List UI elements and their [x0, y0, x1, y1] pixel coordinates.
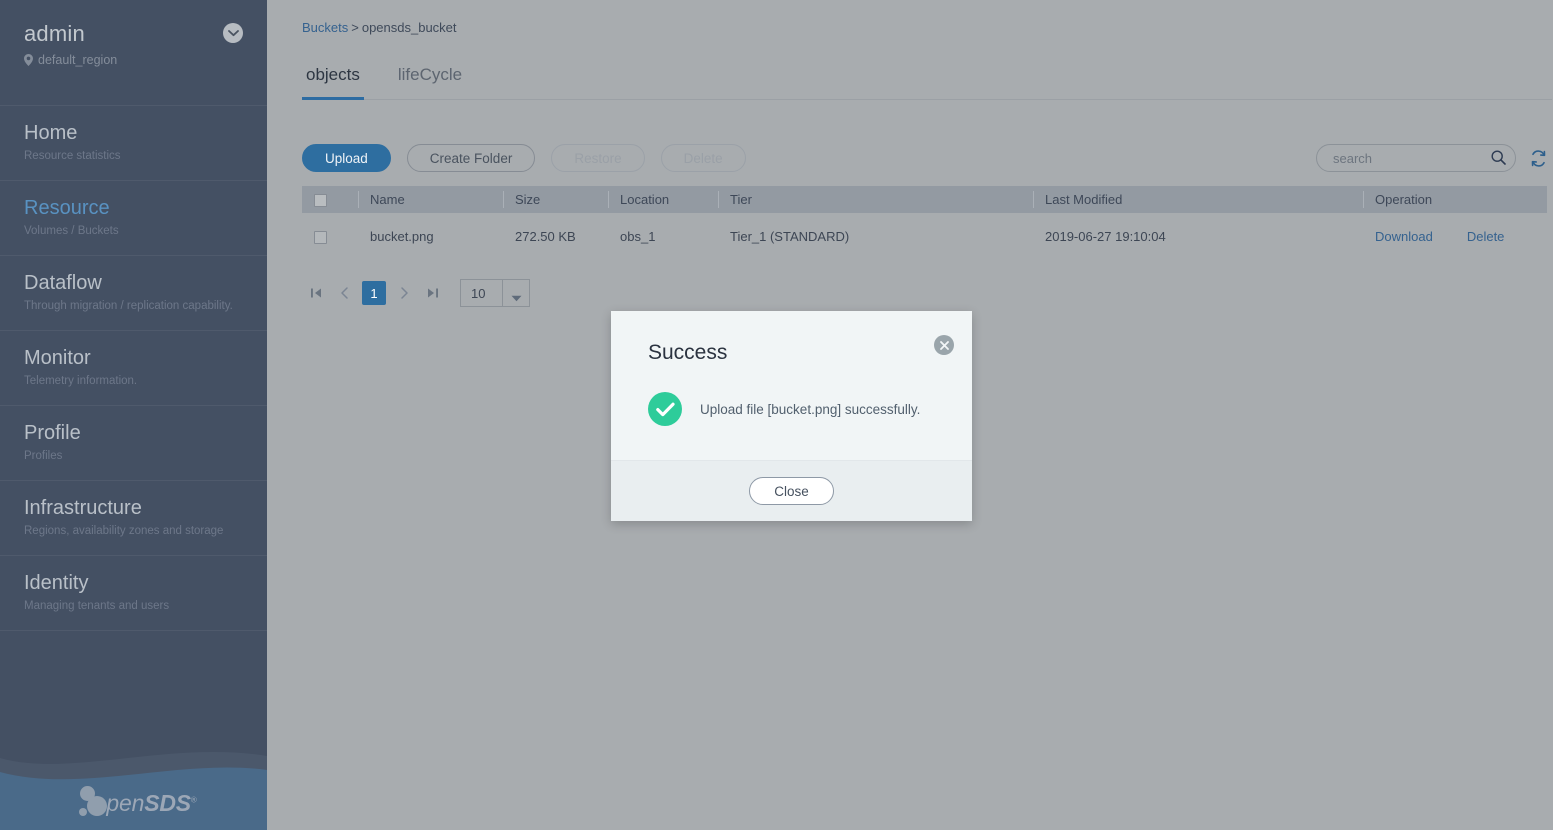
search-icon[interactable]: [1491, 150, 1506, 170]
sidebar-region: default_region: [24, 53, 243, 67]
dialog-message: Upload file [bucket.png] successfully.: [700, 401, 921, 417]
sidebar-item-sub: Through migration / replication capabili…: [24, 300, 233, 312]
row-checkbox[interactable]: [314, 230, 327, 244]
sidebar-item-sub: Managing tenants and users: [24, 600, 170, 612]
create-folder-button[interactable]: Create Folder: [406, 144, 536, 172]
cell-tier: Tier_1 (STANDARD): [730, 228, 850, 244]
sidebar-item-sub: Telemetry information.: [24, 375, 138, 387]
sidebar-item-dataflow[interactable]: Dataflow Through migration / replication…: [0, 255, 267, 330]
logo-registered-mark: ®: [190, 794, 197, 804]
delete-button[interactable]: Delete: [660, 144, 746, 172]
upload-button[interactable]: Upload: [302, 144, 391, 172]
dialog-close-button[interactable]: Close: [749, 477, 834, 505]
cell-location: obs_1: [620, 228, 656, 244]
opensds-logo-icon: [76, 786, 110, 820]
sidebar-item-title: Monitor: [24, 347, 91, 369]
close-x-icon[interactable]: [934, 335, 954, 355]
select-all-checkbox[interactable]: [314, 194, 327, 208]
app-root: admin default_region Home Resource stati…: [0, 0, 1553, 830]
sidebar-item-sub: Resource statistics: [24, 150, 121, 162]
download-link[interactable]: Download: [1375, 229, 1433, 244]
sidebar-item-sub: Volumes / Buckets: [24, 225, 119, 237]
caret-down-icon[interactable]: [511, 290, 522, 305]
column-header-tier[interactable]: Tier: [718, 186, 1033, 213]
breadcrumb-current: opensds_bucket: [361, 20, 457, 35]
column-header-name[interactable]: Name: [358, 186, 503, 213]
tab-bar: objects lifeCycle: [302, 60, 1552, 100]
search-box: [1316, 144, 1516, 172]
toolbar: Upload Create Folder Restore Delete: [302, 144, 1547, 172]
logo-pen-text: pen: [106, 789, 145, 816]
page-number-1[interactable]: 1: [362, 281, 386, 305]
sidebar-item-sub: Regions, availability zones and storage: [24, 525, 224, 537]
column-header-location[interactable]: Location: [608, 186, 718, 213]
page-size-divider: [502, 280, 503, 306]
location-pin-icon: [24, 54, 33, 66]
dialog-footer: Close: [611, 460, 972, 521]
sidebar-item-title: Resource: [24, 197, 110, 219]
next-page-icon[interactable]: [390, 279, 418, 307]
first-page-icon[interactable]: [302, 279, 330, 307]
breadcrumb-separator: >: [351, 20, 359, 35]
sidebar-username: admin: [24, 21, 85, 46]
cell-operation: Download Delete: [1363, 213, 1547, 259]
objects-table: Name Size Location Tier Last Modified Op…: [302, 186, 1547, 259]
opensds-logo-text: penSDS®: [106, 790, 196, 817]
sidebar-user-block: admin default_region: [0, 0, 267, 67]
sidebar-item-title: Identity: [24, 572, 89, 594]
cell-name: bucket.png: [370, 228, 434, 244]
sidebar-item-identity[interactable]: Identity Managing tenants and users: [0, 555, 267, 631]
search-input[interactable]: [1316, 144, 1516, 172]
breadcrumb: Buckets > opensds_bucket: [267, 0, 1553, 35]
sidebar-item-sub: Profiles: [24, 450, 63, 462]
table-head: Name Size Location Tier Last Modified Op…: [302, 186, 1547, 213]
chevron-down-icon[interactable]: [223, 23, 243, 43]
page-size-value: 10: [471, 285, 486, 301]
tab-objects[interactable]: objects: [302, 60, 364, 100]
select-all-header: [302, 186, 358, 213]
sidebar-item-title: Home: [24, 122, 78, 144]
row-delete-link[interactable]: Delete: [1467, 229, 1505, 244]
dialog-title: Success: [648, 341, 728, 364]
cell-size: 272.50 KB: [515, 228, 576, 244]
toolbar-right-group: [1316, 144, 1547, 172]
sidebar-item-title: Dataflow: [24, 272, 102, 294]
success-check-icon: [648, 392, 682, 426]
success-dialog: Success Upload file [bucket.png] success…: [611, 311, 972, 521]
sidebar-item-profile[interactable]: Profile Profiles: [0, 405, 267, 480]
sidebar-item-title: Profile: [24, 422, 81, 444]
prev-page-icon[interactable]: [330, 279, 358, 307]
sidebar-item-home[interactable]: Home Resource statistics: [0, 105, 267, 180]
sidebar-item-infrastructure[interactable]: Infrastructure Regions, availability zon…: [0, 480, 267, 555]
tab-lifecycle[interactable]: lifeCycle: [394, 60, 466, 99]
column-header-operation[interactable]: Operation: [1363, 186, 1547, 213]
dialog-body: Upload file [bucket.png] successfully.: [611, 365, 972, 426]
page-size-select[interactable]: 10: [460, 279, 530, 307]
last-page-icon[interactable]: [418, 279, 446, 307]
table-header-row: Name Size Location Tier Last Modified Op…: [302, 186, 1547, 213]
objects-table-container: Name Size Location Tier Last Modified Op…: [302, 186, 1547, 259]
sidebar: admin default_region Home Resource stati…: [0, 0, 267, 830]
sidebar-nav: Home Resource statistics Resource Volume…: [0, 105, 267, 631]
table-row[interactable]: bucket.png 272.50 KB obs_1 Tier_1 (STAND…: [302, 213, 1547, 259]
cell-last-modified: 2019-06-27 19:10:04: [1045, 228, 1166, 244]
table-body: bucket.png 272.50 KB obs_1 Tier_1 (STAND…: [302, 213, 1547, 259]
sidebar-item-monitor[interactable]: Monitor Telemetry information.: [0, 330, 267, 405]
opensds-logo: penSDS®: [0, 786, 267, 820]
sidebar-item-title: Infrastructure: [24, 497, 142, 519]
breadcrumb-link-buckets[interactable]: Buckets: [302, 20, 348, 35]
pagination: 1 10: [302, 279, 1553, 307]
sidebar-item-resource[interactable]: Resource Volumes / Buckets: [0, 180, 267, 255]
logo-sds-text: SDS: [144, 789, 191, 816]
column-header-last-modified[interactable]: Last Modified: [1033, 186, 1363, 213]
row-select-cell: [302, 213, 358, 259]
refresh-icon[interactable]: [1530, 149, 1547, 167]
sidebar-region-label: default_region: [38, 53, 118, 67]
column-header-size[interactable]: Size: [503, 186, 608, 213]
restore-button[interactable]: Restore: [551, 144, 645, 172]
